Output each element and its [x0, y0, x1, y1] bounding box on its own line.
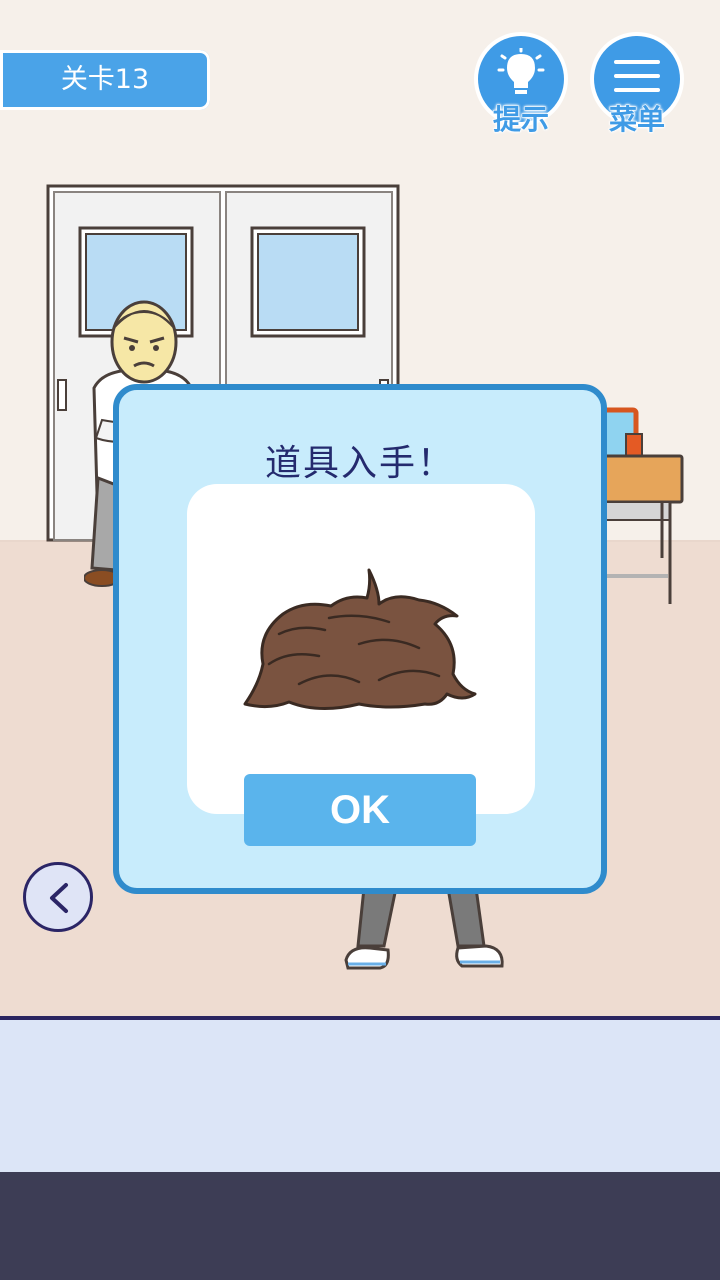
back-button[interactable] [23, 862, 93, 932]
menu-label: 菜单 [608, 103, 665, 137]
chevron-left-icon [50, 883, 68, 913]
hint-button[interactable]: 提示 [478, 36, 564, 137]
bottom-bar [0, 1172, 720, 1280]
item-obtained-dialog: 道具入手！ OK [113, 384, 607, 894]
desk-with-mirror[interactable] [596, 404, 686, 606]
level-label: 关卡13 [0, 50, 210, 110]
item-display-box [187, 484, 535, 814]
lightbulb-icon [497, 48, 545, 94]
ok-button[interactable]: OK [244, 774, 476, 846]
dialog-title: 道具入手！ [264, 443, 455, 484]
student-character[interactable] [340, 884, 510, 974]
hint-label: 提示 [492, 103, 549, 137]
hamburger-menu-icon [614, 60, 660, 92]
menu-button[interactable]: 菜单 [594, 36, 680, 137]
wig-item-icon [243, 568, 477, 711]
inventory-panel [0, 1020, 720, 1172]
